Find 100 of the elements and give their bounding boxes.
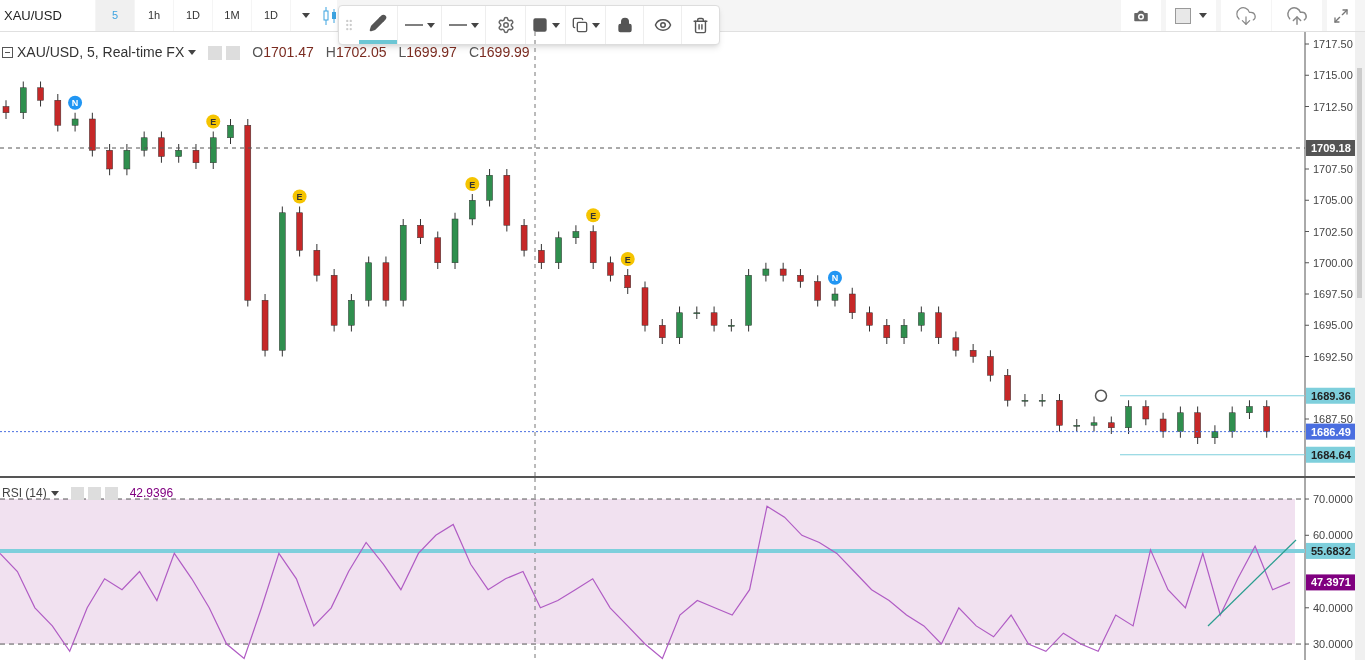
price-badge: 1689.36 [1306, 387, 1355, 404]
axis-tick-label: 40.0000 [1313, 601, 1353, 614]
candlestick [89, 112, 96, 157]
interval-button[interactable]: 1D [252, 0, 290, 31]
candlestick [313, 243, 321, 282]
line-icon [448, 24, 467, 26]
ref-line-label: 1709.18 [1311, 142, 1351, 154]
ohlc-value: O1701.47 [252, 43, 314, 62]
interval-button[interactable]: 1D [174, 0, 212, 31]
candlestick [745, 268, 752, 332]
candlestick [762, 262, 770, 282]
fullscreen-icon [1333, 7, 1349, 24]
caret-icon [302, 13, 310, 18]
candlestick [1159, 412, 1167, 439]
screenshot-button[interactable] [1121, 0, 1161, 31]
candlestick [158, 131, 165, 164]
candlestick [1056, 393, 1063, 432]
caret-icon [426, 22, 435, 28]
candlestick [54, 93, 62, 132]
event-marker[interactable]: E [292, 189, 307, 204]
ohlc-value: C1699.99 [468, 43, 530, 62]
candlestick [779, 262, 787, 282]
save-button[interactable] [1272, 0, 1322, 31]
event-marker[interactable]: E [620, 252, 635, 266]
chart-style-button[interactable] [321, 0, 337, 31]
candlestick [1142, 399, 1150, 426]
scrollbar[interactable] [1355, 32, 1365, 660]
indicator-title: RSI (14) [2, 485, 47, 502]
axis-tick-label: 1692.50 [1313, 350, 1353, 363]
line-icon [404, 24, 423, 26]
ref-line-label: 1686.49 [1311, 425, 1351, 438]
price-badge: 1709.18 [1306, 140, 1355, 156]
axis-tick-label: 1695.00 [1313, 319, 1353, 332]
collapse-icon[interactable] [2, 47, 13, 58]
caret-icon [50, 490, 59, 496]
candlestick [572, 224, 580, 245]
ref-line-label: 1684.64 [1311, 448, 1352, 461]
candlestick [866, 306, 873, 332]
axis-tick-label: 1700.00 [1313, 256, 1353, 269]
square-icon [531, 17, 548, 33]
interval-dropdown[interactable] [291, 0, 321, 31]
symbol-field[interactable]: XAU/USD [0, 0, 95, 31]
candlestick [1177, 406, 1184, 439]
caret-icon [188, 50, 197, 55]
axis-tick-label: 60.0000 [1313, 529, 1353, 542]
candlestick [814, 274, 821, 307]
candlestick [37, 81, 44, 107]
load-button[interactable] [1221, 0, 1271, 31]
candlestick [555, 231, 562, 270]
candlestick [1038, 393, 1046, 407]
candlestick [831, 287, 839, 307]
candlestick [1263, 399, 1270, 439]
candlestick [918, 306, 925, 332]
caret-icon [1199, 13, 1207, 18]
interval-button[interactable]: 1h [135, 0, 173, 31]
cloud-upload-icon [1286, 4, 1308, 27]
candlestick [1246, 399, 1253, 420]
axis-tick-label: 1707.50 [1313, 163, 1353, 175]
candlestick [900, 318, 908, 345]
candlestick [20, 81, 27, 120]
series-title: XAU/USD, 5, Real-time FX [17, 43, 185, 62]
candlestick [71, 112, 79, 132]
candlestick [210, 131, 217, 170]
candlestick [1228, 406, 1236, 439]
candlestick [434, 231, 441, 270]
candlestick [589, 224, 597, 270]
candlestick [296, 206, 303, 257]
event-marker[interactable]: E [206, 114, 221, 129]
copy-icon [571, 17, 588, 33]
candlestick [676, 306, 683, 345]
candlestick [693, 306, 701, 320]
candlestick [710, 306, 718, 332]
candlestick [1073, 418, 1080, 432]
interval-button[interactable]: 1M [213, 0, 251, 31]
candlestick [348, 293, 355, 332]
candlestick [382, 256, 390, 307]
event-marker[interactable]: E [465, 177, 480, 191]
ray-handle[interactable] [1094, 389, 1108, 402]
candlestick [641, 281, 649, 332]
candlestick [520, 218, 528, 257]
candlestick [624, 268, 631, 295]
lock-icon [616, 17, 633, 33]
axis-tick-label: 1702.50 [1313, 225, 1353, 238]
candlestick [227, 118, 234, 145]
trend-line[interactable] [1207, 539, 1297, 627]
candlestick [1211, 424, 1219, 445]
caret-icon [470, 22, 479, 28]
candlestick [330, 268, 338, 332]
candlestick [607, 256, 614, 282]
fullscreen-button[interactable] [1327, 0, 1355, 31]
candlestick [952, 331, 960, 357]
axis-tick-label: 1705.00 [1313, 194, 1353, 207]
axis-tick-label: 1687.50 [1313, 413, 1353, 425]
candlestick [1090, 416, 1098, 432]
event-marker[interactable]: E [586, 208, 601, 223]
ohlc-value: H1702.05 [325, 43, 387, 62]
candlestick [469, 193, 476, 226]
axis-tick-label: 30.0000 [1313, 638, 1353, 651]
color-swatch-icon [1175, 7, 1191, 24]
color-dropdown[interactable] [1166, 0, 1216, 31]
